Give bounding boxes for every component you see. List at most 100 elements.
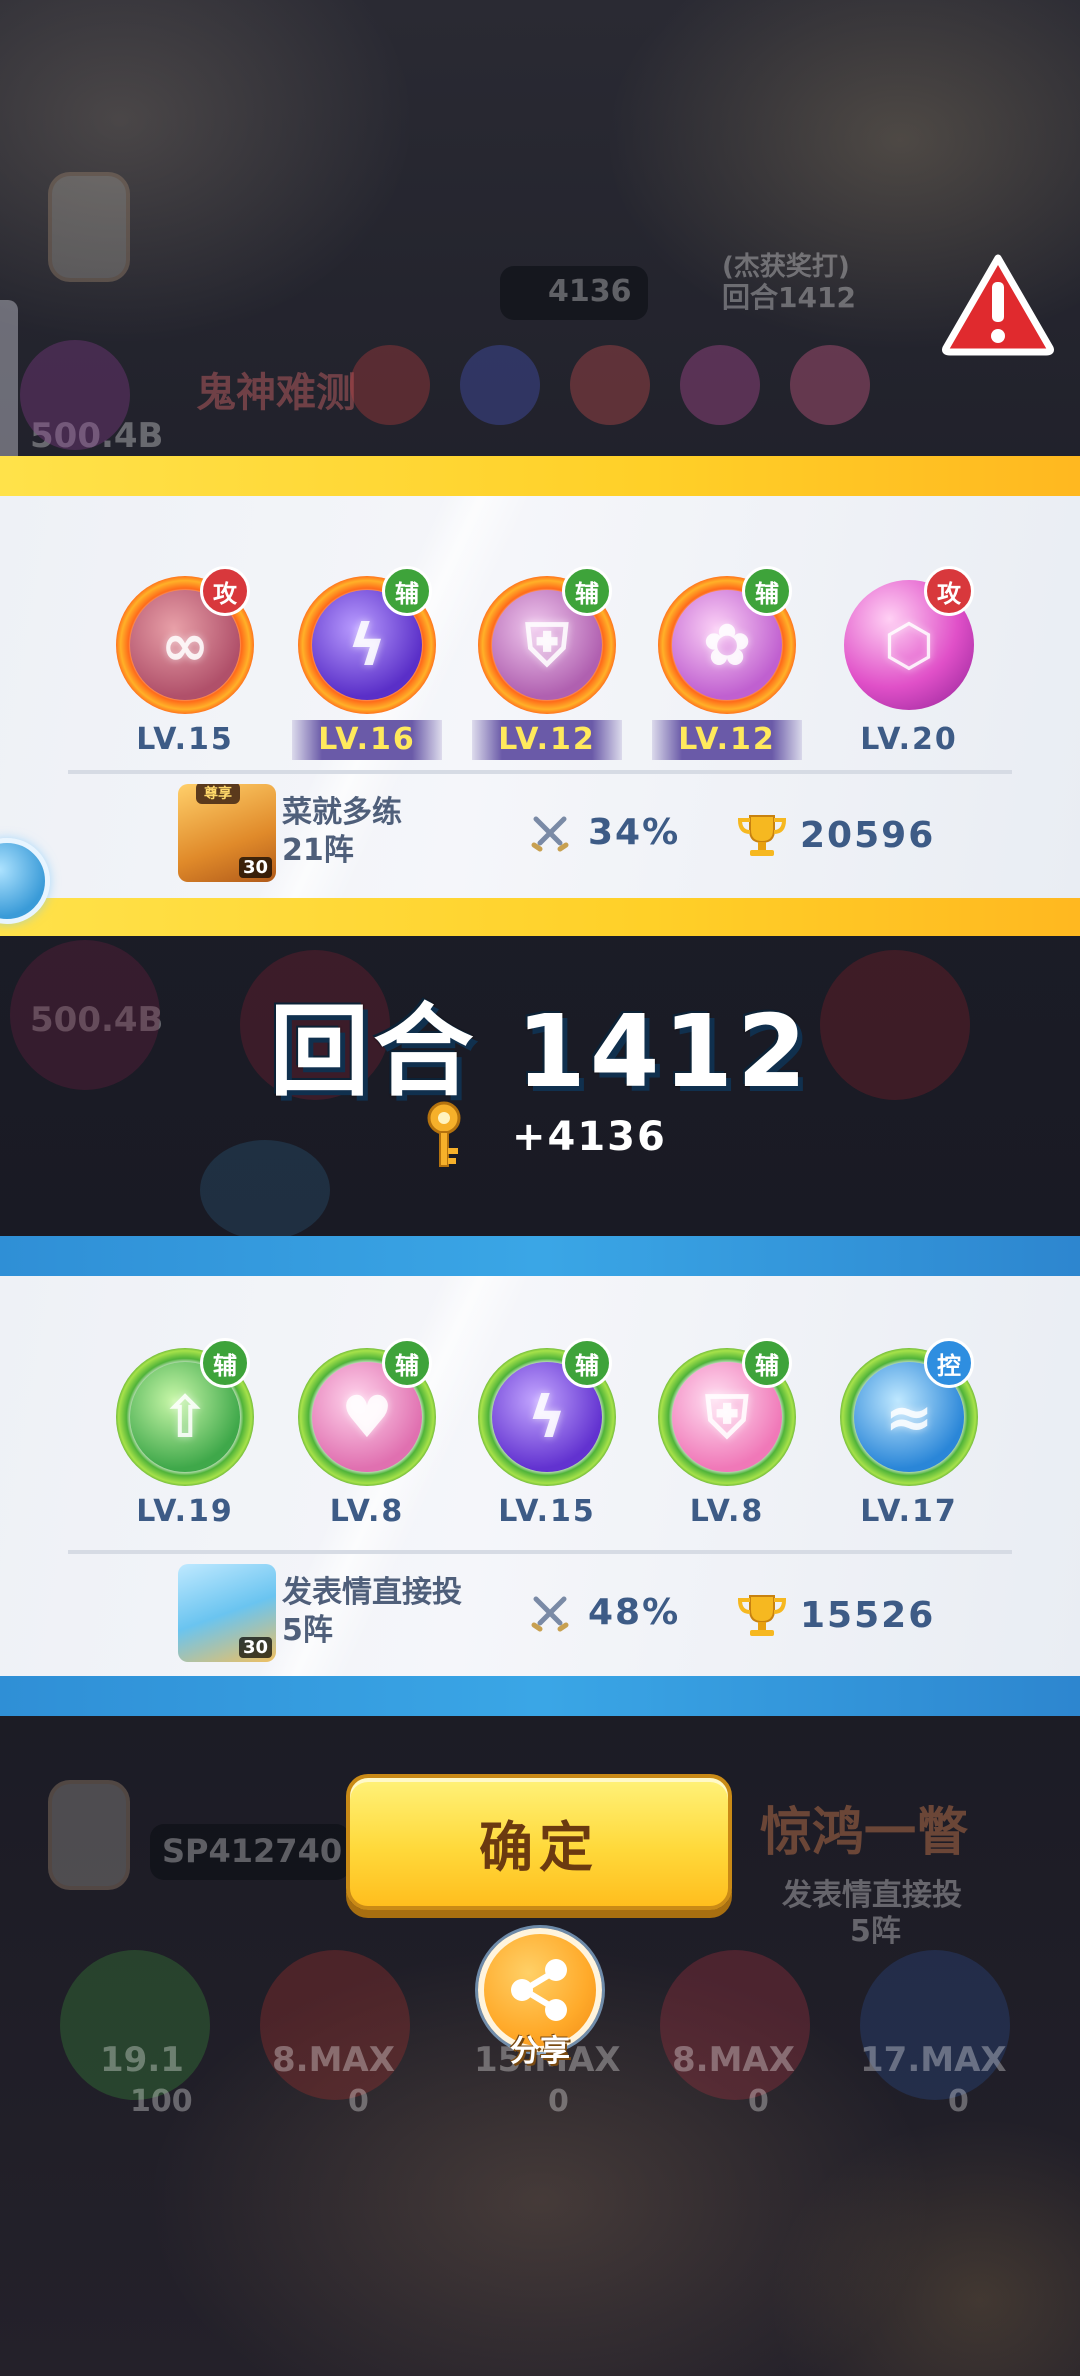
player-skill-4[interactable]: ⛨ 辅 LV.8 [652,1338,802,1532]
skill-orb: ♥ 辅 [298,1338,436,1486]
background-orb [20,340,130,450]
opponent-player-row: 尊享 30 菜就多练 21阵 34% 20596 [0,784,1080,884]
trophy-stat: 15526 [736,1592,935,1638]
warning-icon[interactable] [940,252,1056,356]
skill-level: LV.19 [136,1494,234,1529]
skill-level: LV.12 [472,720,622,760]
player-name: 发表情直接投 5阵 [282,1574,522,1650]
player-row: 30 发表情直接投 5阵 48% 15526 [0,1564,1080,1664]
skill-level: LV.15 [498,1494,596,1529]
opponent-skill-2[interactable]: ϟ 辅 LV.16 [292,566,442,760]
bottom-banner-text: 惊鸿一瞥 [760,1803,969,1863]
slot-sp: 0 [748,2084,769,2119]
slot-sp: 0 [548,2084,569,2119]
share-label[interactable]: 分享 [470,2026,610,2070]
avatar-tier: 30 [238,1637,272,1658]
sp-counter-text: SP412740 [162,1832,343,1870]
win-rate-value: 48% [588,1592,681,1633]
support-badge: 辅 [742,1338,792,1388]
skill-orb: ϟ 辅 [298,566,436,714]
trophy-value: 20596 [800,814,936,856]
slot-level: 17.MAX [860,2040,1007,2080]
support-badge: 辅 [382,1338,432,1388]
player-team-count: 21阵 [282,833,354,868]
skill-orb: ⬡ 攻 [840,566,978,714]
opponent-team-panel: ∞ 攻 LV.15 ϟ 辅 LV.16 ⛨ 辅 LV.12 ✿ 辅 LV.12 [0,496,1080,898]
control-badge: 控 [924,1338,974,1388]
trophy-icon [737,1595,787,1636]
slot-sp: 0 [348,2084,369,2119]
slot-level: 8.MAX [672,2040,795,2080]
support-badge: 辅 [382,566,432,616]
confirm-button[interactable]: 确定 [346,1774,732,1910]
banner-text: 鬼神难测 [196,370,356,416]
player-panel-top-band [0,1236,1080,1276]
slot-level: 19.1 [100,2040,184,2080]
skill-level: LV.20 [860,722,958,757]
skill-orb: ⛨ 辅 [478,566,616,714]
crossed-swords-icon [531,1596,569,1631]
opponent-skill-5[interactable]: ⬡ 攻 LV.20 [834,566,984,760]
skill-orb: ≈ 控 [840,1338,978,1486]
lantern-decoration [48,1780,130,1890]
reward-value: +4136 [512,1114,667,1160]
skill-orb: ⛨ 辅 [658,1338,796,1486]
win-rate-value: 34% [588,812,681,853]
player-name: 菜就多练 21阵 [282,794,522,870]
skill-orb: ∞ 攻 [116,566,254,714]
lantern-decoration [48,172,130,282]
opponent-skill-4[interactable]: ✿ 辅 LV.12 [652,566,802,760]
round-title: 回合 1412 [269,993,811,1110]
player-name-line1: 发表情直接投 [282,1575,462,1610]
background-orb [790,345,870,425]
avatar[interactable]: 尊享 30 [178,784,276,882]
attack-badge: 攻 [924,566,974,616]
background-orb [460,345,540,425]
key-icon [427,1101,461,1167]
player-skill-5[interactable]: ≈ 控 LV.17 [834,1338,984,1532]
support-badge: 辅 [562,1338,612,1388]
panel-divider [68,770,1012,774]
avatar[interactable]: 30 [178,1564,276,1662]
skill-level: LV.8 [689,1494,765,1529]
player-team-panel: ⇧ 辅 LV.19 ♥ 辅 LV.8 ϟ 辅 LV.15 ⛨ 辅 LV.8 ≈ [0,1276,1080,1676]
vip-tag: 尊享 [196,784,240,804]
player-panel-bottom-band [0,1676,1080,1716]
support-badge: 辅 [562,566,612,616]
player-team-count: 5阵 [282,1613,333,1648]
skill-orb: ϟ 辅 [478,1338,616,1486]
background-orb [680,345,760,425]
background-orb [200,1140,330,1240]
panel-divider [68,1550,1012,1554]
reward-row: +4136 [420,1100,667,1174]
skill-level: LV.12 [652,720,802,760]
skill-orb: ⇧ 辅 [116,1338,254,1486]
skill-level: LV.16 [292,720,442,760]
support-badge: 辅 [200,1338,250,1388]
avatar-tier: 30 [238,857,272,878]
opponent-skill-1[interactable]: ∞ 攻 LV.15 [110,566,260,760]
win-rate-stat: 48% [530,1592,680,1633]
key-counter-text: 4136 [548,274,632,309]
slot-sp: 0 [948,2084,969,2119]
win-rate-stat: 34% [530,812,680,853]
skill-orb: ✿ 辅 [658,566,796,714]
background-orb [570,345,650,425]
status-round-text: 回合1412 [722,281,856,314]
support-badge: 辅 [742,566,792,616]
player-name-line1: 菜就多练 [282,795,402,830]
slot-sp: 100 [130,2084,193,2119]
slot-level: 8.MAX [272,2040,395,2080]
skill-level: LV.15 [136,722,234,757]
opponent-panel-bottom-band [0,898,1080,936]
opponent-skill-3[interactable]: ⛨ 辅 LV.12 [472,566,622,760]
player-skill-1[interactable]: ⇧ 辅 LV.19 [110,1338,260,1532]
background-orb [350,345,430,425]
attack-badge: 攻 [200,566,250,616]
bottom-team-count: 5阵 [850,1914,901,1949]
trophy-value: 15526 [800,1594,936,1636]
player-skill-2[interactable]: ♥ 辅 LV.8 [292,1338,442,1532]
trophy-stat: 20596 [736,812,935,858]
player-skill-3[interactable]: ϟ 辅 LV.15 [472,1338,622,1532]
opponent-panel-top-band [0,456,1080,496]
